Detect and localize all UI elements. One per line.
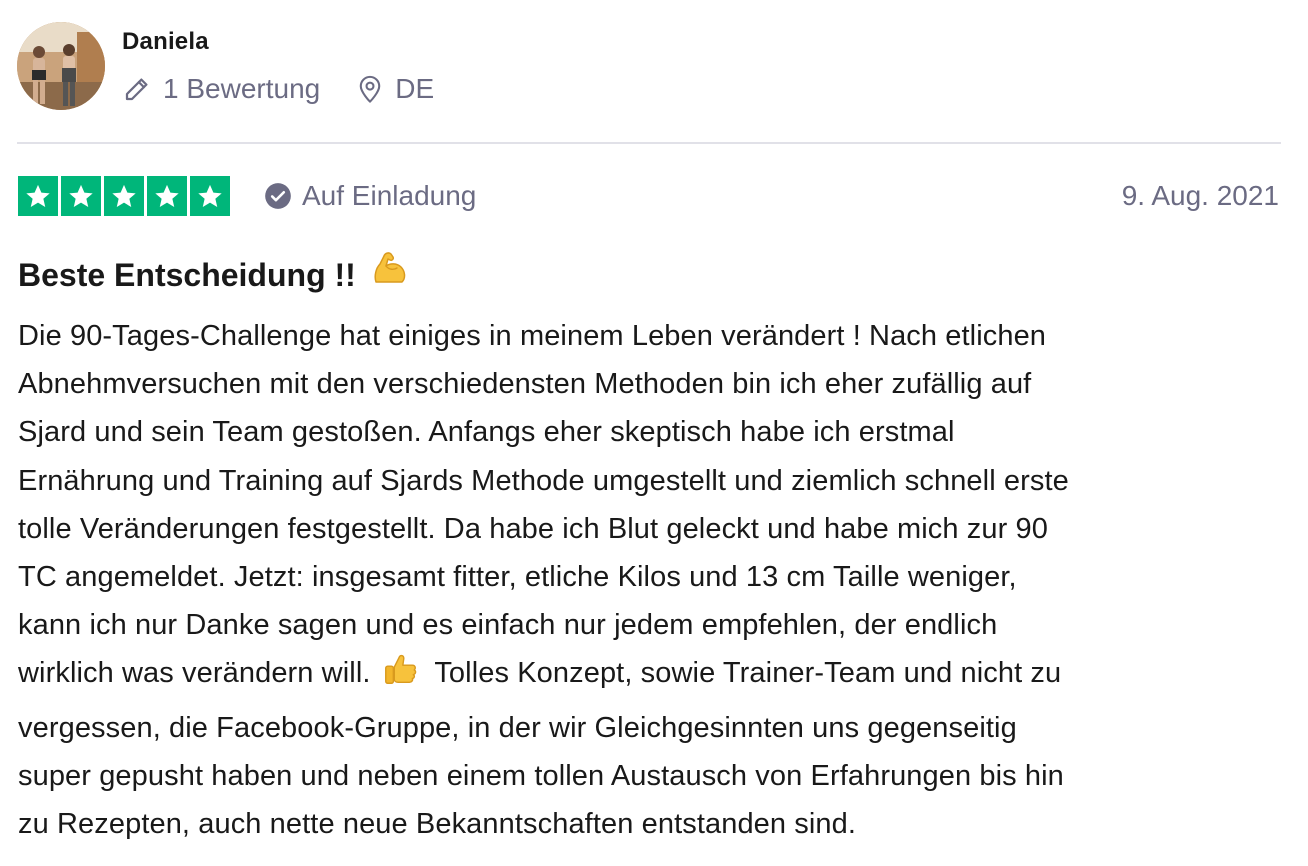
review-body-line: Die 90-Tages-Challenge hat einiges in me… xyxy=(18,320,1047,352)
review-body-line: zu Rezepten, auch nette neue Bekanntscha… xyxy=(18,808,857,841)
review-body-line: TC angemeldet. Jetzt: insgesamt fitter, … xyxy=(18,561,1017,594)
divider xyxy=(17,142,1281,144)
star-icon xyxy=(190,176,230,216)
review-body-line: Ernährung und Training auf Sjards Method… xyxy=(18,464,1069,497)
review-title-text: Beste Entscheidung !! xyxy=(18,256,356,293)
flexed-biceps-icon xyxy=(370,248,410,301)
review-body-line: super gepusht haben und neben einem toll… xyxy=(18,759,1064,792)
thumbs-up-icon xyxy=(381,650,419,703)
review-body-line: tolle Veränderungen festgestellt. Da hab… xyxy=(18,512,1048,545)
star-icon xyxy=(61,176,101,216)
review-body: Die 90-Tages-Challenge hat einiges in me… xyxy=(18,312,1288,848)
pencil-icon xyxy=(122,74,152,104)
review-body-segment: wirklich was verändern will. xyxy=(18,657,371,690)
consumer-location: DE xyxy=(356,73,434,105)
reviews-count-label: 1 Bewertung xyxy=(163,73,321,104)
reviews-count: 1 Bewertung xyxy=(122,73,320,105)
avatar[interactable] xyxy=(17,22,105,110)
review-body-segment: Tolles Konzept, sowie Trainer-Team und n… xyxy=(434,657,1062,690)
country-label: DE xyxy=(395,73,435,104)
avatar-photo xyxy=(17,22,105,110)
review-body-line: wirklich was verändern will. Tolles Konz… xyxy=(18,649,1288,703)
star-icon xyxy=(18,176,58,216)
consumer-info: Daniela 1 Bewertung DE xyxy=(122,26,434,105)
rating-row: Auf Einladung 9. Aug. 2021 xyxy=(18,176,1280,216)
review-date: 9. Aug. 2021 xyxy=(1121,180,1279,211)
star-rating xyxy=(18,176,230,216)
consumer-header: Daniela 1 Bewertung DE xyxy=(17,22,434,110)
star-icon xyxy=(147,176,187,216)
location-pin-icon xyxy=(356,74,384,104)
star-icon xyxy=(104,176,144,216)
invited-label: Auf Einladung xyxy=(302,180,477,211)
review-card: Daniela 1 Bewertung DE Auf Einladung 9. … xyxy=(0,0,1308,866)
review-body-line: Sjard und sein Team gestoßen. Anfangs eh… xyxy=(18,416,955,449)
consumer-meta: 1 Bewertung DE xyxy=(122,73,434,105)
verified-check-icon xyxy=(264,182,292,210)
review-title[interactable]: Beste Entscheidung !! xyxy=(18,248,410,301)
invited-badge[interactable]: Auf Einladung xyxy=(264,180,476,212)
review-body-line: vergessen, die Facebook-Gruppe, in der w… xyxy=(18,711,1017,744)
consumer-name[interactable]: Daniela xyxy=(122,26,434,58)
review-body-line: kann ich nur Danke sagen und es einfach … xyxy=(18,609,998,642)
review-body-line: Abnehmversuchen mit den verschiedensten … xyxy=(18,368,1032,401)
